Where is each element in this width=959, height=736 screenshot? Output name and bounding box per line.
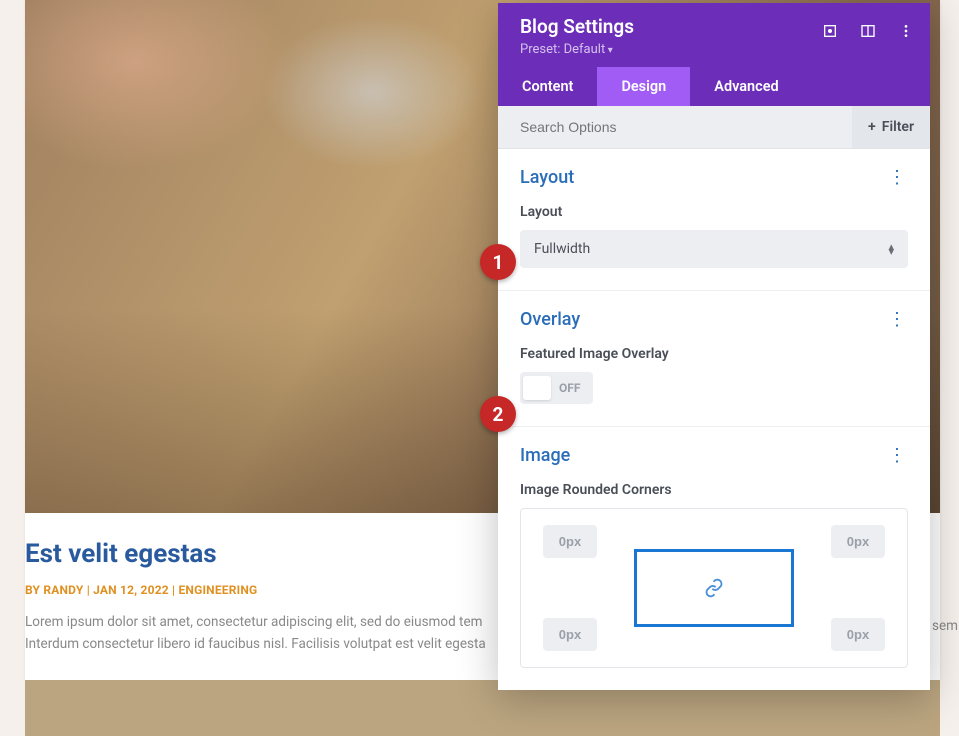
overlay-toggle[interactable]: OFF: [520, 372, 593, 404]
expand-icon[interactable]: [816, 17, 844, 45]
toggle-knob: [523, 376, 551, 400]
section-menu-icon[interactable]: ⋮: [886, 167, 908, 188]
columns-icon[interactable]: [854, 17, 882, 45]
blog-settings-panel: Blog Settings Preset: Default Content De…: [498, 3, 930, 690]
corner-bottom-right[interactable]: [831, 618, 885, 651]
section-title-layout[interactable]: Layout: [520, 167, 574, 188]
tab-content[interactable]: Content: [498, 67, 597, 106]
layout-select[interactable]: Fullwidth ▴▾: [520, 230, 908, 268]
plus-icon: +: [868, 119, 876, 135]
section-title-image[interactable]: Image: [520, 445, 570, 466]
rounded-corners-control: [520, 508, 908, 668]
filter-label: Filter: [882, 119, 914, 135]
layout-value: Fullwidth: [534, 241, 590, 257]
corner-top-right[interactable]: [831, 525, 885, 558]
corners-label: Image Rounded Corners: [520, 482, 908, 498]
panel-body: Layout ⋮ Layout Fullwidth ▴▾ Overlay ⋮ F…: [498, 149, 930, 690]
tab-advanced[interactable]: Advanced: [690, 67, 930, 106]
section-menu-icon[interactable]: ⋮: [886, 445, 908, 466]
section-menu-icon[interactable]: ⋮: [886, 309, 908, 330]
tab-design[interactable]: Design: [597, 67, 690, 106]
panel-header[interactable]: Blog Settings Preset: Default: [498, 3, 930, 67]
excerpt-line: Lorem ipsum dolor sit amet, consectetur …: [25, 614, 482, 630]
annotation-badge-1: 1: [480, 244, 516, 280]
filter-button[interactable]: + Filter: [852, 106, 930, 148]
corner-top-left[interactable]: [543, 525, 597, 558]
corner-bottom-left[interactable]: [543, 618, 597, 651]
search-input[interactable]: [498, 106, 852, 148]
panel-tabs: Content Design Advanced: [498, 67, 930, 106]
link-corners-button[interactable]: [634, 549, 794, 627]
section-title-overlay[interactable]: Overlay: [520, 309, 580, 330]
search-bar: + Filter: [498, 106, 930, 149]
section-image: Image ⋮ Image Rounded Corners: [498, 427, 930, 690]
excerpt-overflow: sem: [932, 618, 958, 634]
link-icon: [704, 578, 724, 598]
layout-label: Layout: [520, 204, 908, 220]
toggle-state: OFF: [551, 381, 590, 395]
section-overlay: Overlay ⋮ Featured Image Overlay OFF: [498, 291, 930, 427]
excerpt-line: Interdum consectetur libero id faucibus …: [25, 636, 486, 652]
chevron-updown-icon: ▴▾: [888, 244, 894, 255]
section-layout: Layout ⋮ Layout Fullwidth ▴▾: [498, 149, 930, 291]
overlay-label: Featured Image Overlay: [520, 346, 908, 362]
more-icon[interactable]: [892, 17, 920, 45]
annotation-badge-2: 2: [480, 396, 516, 432]
